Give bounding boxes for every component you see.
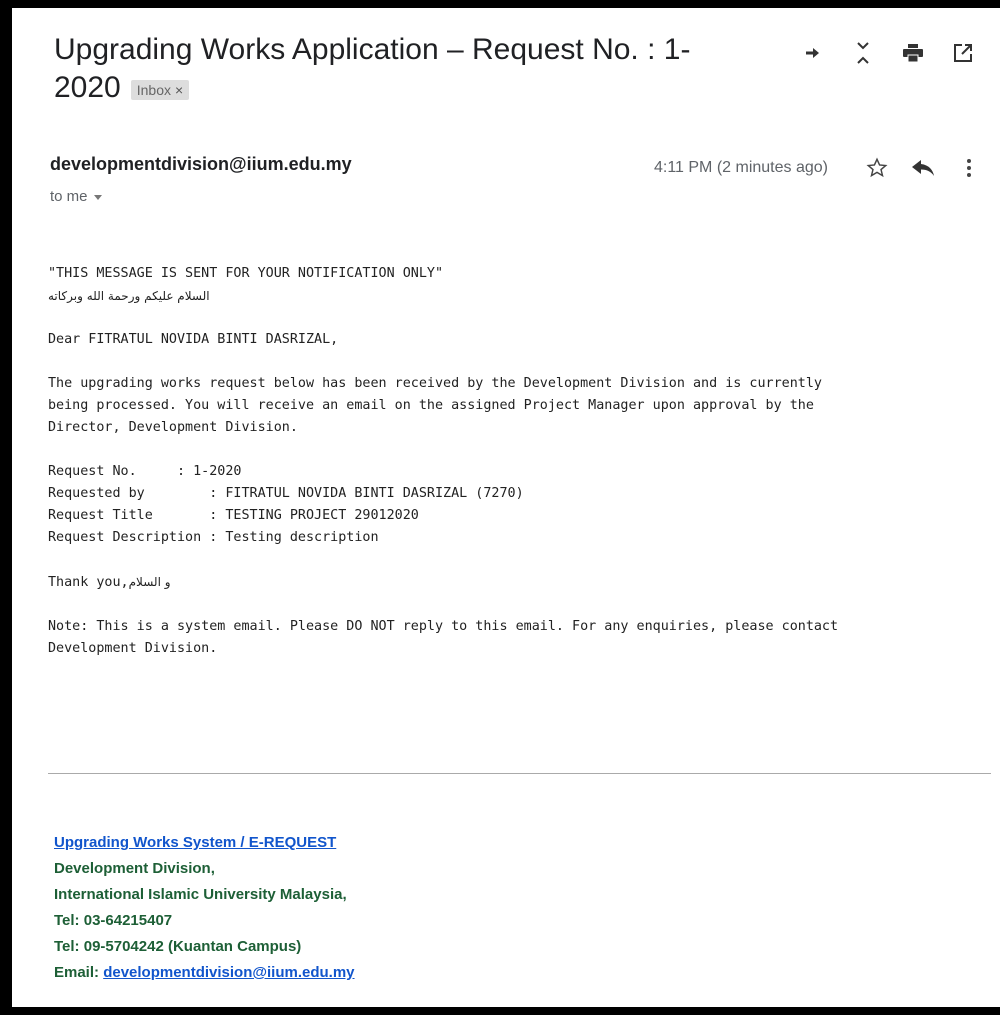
email-view: Upgrading Works Application – Request No… [12, 8, 1000, 1007]
salutation: Dear FITRATUL NOVIDA BINTI DASRIZAL, [48, 332, 339, 347]
signature-division: Development Division, [54, 860, 215, 877]
collapse-icon[interactable] [838, 38, 888, 68]
arabic-greeting: السلام عليكم ورحمة الله وبركاته [48, 289, 210, 303]
main-paragraph: The upgrading works request below has be… [48, 376, 822, 435]
signature-university: International Islamic University Malaysi… [54, 886, 347, 903]
message-meta: 4:11 PM (2 minutes ago) [654, 153, 992, 183]
field-request-no: Request No. : 1-2020 [48, 464, 242, 479]
sender-address: developmentdivision@iium.edu.my [50, 154, 352, 174]
closing-thanks: Thank you,و السلام [48, 575, 171, 590]
field-request-description: Request Description : Testing descriptio… [48, 530, 379, 545]
email-signature: Upgrading Works System / E-REQUEST Devel… [54, 830, 355, 986]
field-requested-by: Requested by : FITRATUL NOVIDA BINTI DAS… [48, 486, 524, 501]
message-time: 4:11 PM (2 minutes ago) [653, 159, 828, 176]
arabic-closing: و السلام [128, 575, 171, 589]
chevron-down-icon [93, 194, 102, 200]
recipient-details-toggle[interactable]: to me [50, 188, 102, 205]
screenshot-frame: Upgrading Works Application – Request No… [0, 0, 1000, 1015]
recipient-summary: to me [50, 188, 88, 205]
message-body: "THIS MESSAGE IS SENT FOR YOUR NOTIFICAT… [48, 263, 998, 660]
signature-divider [48, 773, 991, 774]
system-link[interactable]: Upgrading Works System / E-REQUEST [54, 834, 336, 851]
signature-tel-kuantan: Tel: 09-5704242 (Kuantan Campus) [54, 938, 302, 955]
inbox-label-chip[interactable]: Inbox × [130, 79, 190, 100]
more-vert-icon[interactable] [946, 153, 992, 183]
thread-toolbar [788, 38, 988, 68]
print-icon[interactable] [888, 38, 938, 68]
star-icon[interactable] [854, 153, 900, 183]
notification-notice: "THIS MESSAGE IS SENT FOR YOUR NOTIFICAT… [48, 266, 444, 281]
open-new-window-icon[interactable] [938, 38, 988, 68]
signature-tel-main: Tel: 03-64215407 [54, 912, 173, 929]
subject-header: Upgrading Works Application – Request No… [54, 31, 754, 107]
signature-email: Email: developmentdivision@iium.edu.my [54, 964, 355, 981]
reply-icon[interactable] [900, 153, 946, 183]
remove-label-button[interactable]: × [175, 82, 183, 98]
move-icon[interactable] [788, 38, 838, 68]
system-note: Note: This is a system email. Please DO … [48, 619, 839, 656]
field-request-title: Request Title : TESTING PROJECT 29012020 [48, 508, 419, 523]
inbox-label-text: Inbox [136, 81, 171, 98]
signature-email-link[interactable]: developmentdivision@iium.edu.my [103, 964, 354, 981]
